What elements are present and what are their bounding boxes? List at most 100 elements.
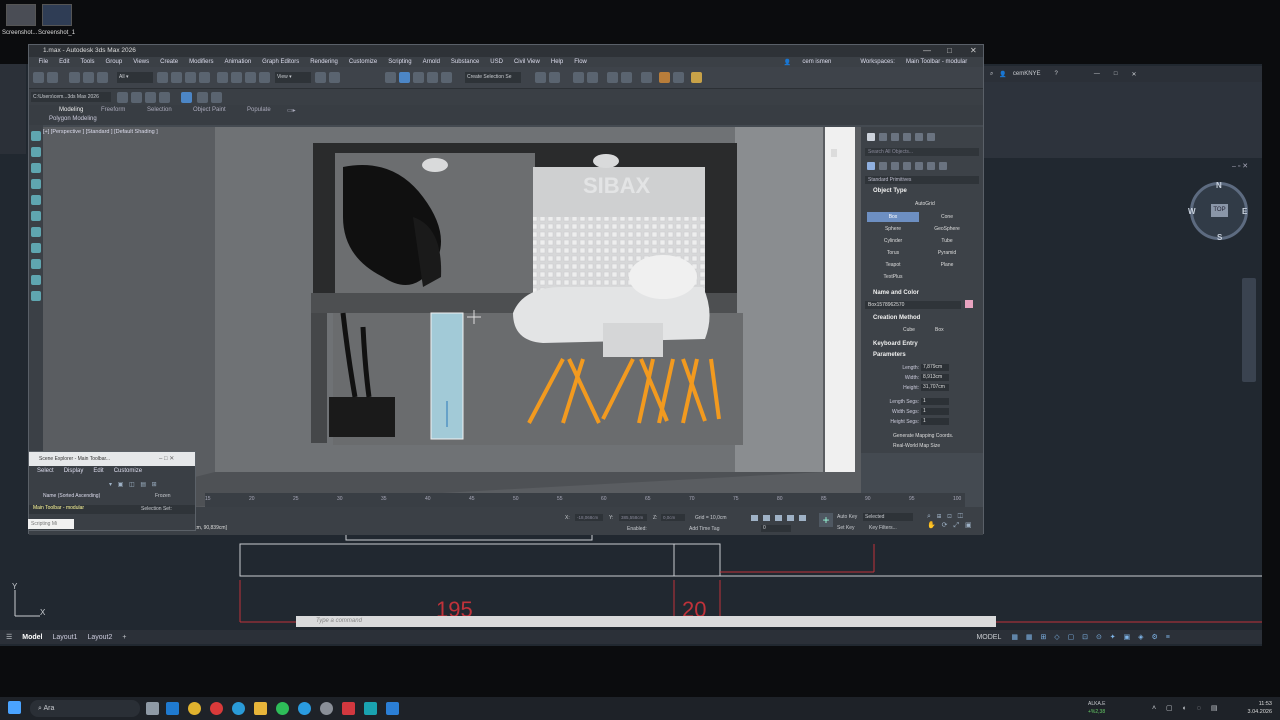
clock[interactable]: 11:53 3.04.2026 [1248, 700, 1272, 716]
render-production-icon[interactable] [691, 72, 702, 83]
window-crossing-icon[interactable] [199, 72, 210, 83]
save-icon[interactable] [131, 92, 142, 103]
viewport-controls[interactable]: – ▫ ✕ [1232, 162, 1260, 170]
scene-menu-edit[interactable]: Edit [93, 468, 103, 474]
scene-menu-select[interactable]: Select [37, 468, 54, 474]
add-time-tag[interactable]: Add Time Tag [689, 526, 719, 532]
link-icon[interactable] [69, 72, 80, 83]
go-to-end-icon[interactable] [799, 515, 806, 521]
ribbon-tab-object-paint[interactable]: Object Paint [193, 107, 226, 113]
object-type-rollout[interactable]: Object Type [873, 188, 907, 194]
opera-icon[interactable] [210, 702, 223, 715]
unlink-icon[interactable] [83, 72, 94, 83]
ribbon-sub-polygon-modeling[interactable]: Polygon Modeling [49, 116, 97, 122]
open-icon[interactable] [145, 92, 156, 103]
shapes-icon[interactable] [879, 162, 887, 170]
menu-graph-editors[interactable]: Graph Editors [257, 59, 305, 65]
system-tray-icons[interactable]: ˄ ▢ ◐ ◌ ▤ [1152, 704, 1221, 712]
torus-button[interactable]: Torus [867, 248, 919, 258]
tube-button[interactable]: Tube [921, 236, 973, 246]
previous-frame-icon[interactable] [763, 515, 770, 521]
name-and-color-rollout[interactable]: Name and Color [873, 290, 919, 296]
motion-icon[interactable] [31, 179, 41, 189]
menu-civil-view[interactable]: Civil View [508, 59, 545, 65]
maximize-icon[interactable]: □ [947, 45, 952, 57]
app-icon[interactable] [386, 702, 399, 715]
weather-name[interactable]: ALKA.E [1088, 701, 1106, 707]
create-icon[interactable] [31, 131, 41, 141]
next-frame-icon[interactable] [787, 515, 794, 521]
teapot-button[interactable]: Teapot [867, 260, 919, 270]
create-selection-set-input[interactable]: Create Selection Se [465, 72, 521, 83]
x-coordinate-field[interactable]: -18,068cm [575, 514, 603, 521]
menu-modifiers[interactable]: Modifiers [184, 59, 219, 65]
align-icon[interactable] [549, 72, 560, 83]
parameters-rollout[interactable]: Parameters [873, 352, 906, 358]
layers-icon[interactable] [159, 92, 170, 103]
3dsmax-icon[interactable] [364, 702, 377, 715]
scene-menu-display[interactable]: Display [64, 468, 84, 474]
z-coordinate-field[interactable]: 0,0cm [661, 514, 685, 521]
motion-tab-icon[interactable] [903, 133, 911, 141]
box-button[interactable]: Box [867, 212, 919, 222]
chrome-icon[interactable] [188, 702, 201, 715]
menu-customize[interactable]: Customize [343, 59, 382, 65]
menu-tools[interactable]: Tools [75, 59, 100, 65]
windows-start-icon[interactable] [8, 701, 21, 714]
mirror-icon[interactable] [535, 72, 546, 83]
tab-layout1[interactable]: Layout1 [53, 634, 78, 641]
placement-icon[interactable] [259, 72, 270, 83]
rendered-frame-window-icon[interactable] [673, 72, 684, 83]
hierarchy-icon[interactable] [31, 163, 41, 173]
play-icon[interactable] [775, 515, 782, 521]
selection-filter[interactable]: All ▾ [117, 72, 153, 83]
ribbon-tab-freeform[interactable]: Freeform [101, 107, 125, 113]
geometry-icon[interactable] [867, 162, 875, 170]
rectangular-selection-icon[interactable] [185, 72, 196, 83]
viewcube-top[interactable]: TOP [1211, 204, 1228, 217]
element-icon[interactable] [31, 291, 41, 301]
creation-method-rollout[interactable]: Creation Method [873, 315, 920, 321]
modify-icon[interactable] [31, 147, 41, 157]
primitive-category-select[interactable]: Standard Primitives [865, 176, 979, 184]
taskbar-search[interactable]: ⌕ Ara [30, 700, 140, 717]
minimize-icon[interactable]: — [1094, 71, 1100, 77]
ribbon-tab-modeling[interactable]: Modeling [59, 107, 83, 113]
helpers-icon[interactable] [915, 162, 923, 170]
ribbon-tab-populate[interactable]: Populate [247, 107, 271, 113]
toggle-layer-explorer-icon[interactable] [587, 72, 598, 83]
search-icon[interactable]: ⌕ [990, 71, 993, 78]
menu-views[interactable]: Views [128, 59, 155, 65]
schematic-view-icon[interactable] [621, 72, 632, 83]
render-setup-icon[interactable] [659, 72, 670, 83]
browser-icon[interactable] [232, 702, 245, 715]
viewport-label[interactable]: [+] [Perspective ] [Standard ] [Default … [43, 129, 158, 135]
key-filters-button[interactable]: Key Filters... [869, 525, 897, 531]
sphere-button[interactable]: Sphere [867, 224, 919, 234]
tab-model[interactable]: Model [22, 634, 42, 641]
utilities-tab-icon[interactable] [927, 133, 935, 141]
percent-snap-icon[interactable] [427, 72, 438, 83]
add-layout-icon[interactable]: + [122, 634, 126, 641]
object-color-swatch[interactable] [965, 300, 973, 308]
settings-icon[interactable] [320, 702, 333, 715]
systems-icon[interactable] [939, 162, 947, 170]
cube-radio[interactable]: Cube [903, 327, 915, 333]
scene-menu-customize[interactable]: Customize [114, 468, 142, 474]
viewport-navigation-icons[interactable]: ⌕ ⊞ ⊡ ◫ ✋ ⟳ ⤢ ▣ [927, 513, 974, 530]
scene-explorer-window-controls[interactable]: – □ ✕ [159, 455, 174, 462]
menu-edit[interactable]: Edit [54, 59, 75, 65]
enabled-toggle[interactable]: Enabled: [627, 526, 647, 532]
autocad-user[interactable]: cemKNYE [1013, 71, 1041, 77]
menu-rendering[interactable]: Rendering [305, 59, 344, 65]
ribbon-tab-selection[interactable]: Selection [147, 107, 172, 113]
snap-toggle-active-icon[interactable] [399, 72, 410, 83]
scene-explorer-toolbar[interactable]: ▾ ▣ ◫ ▤ ⊞ [109, 481, 169, 489]
select-by-name-icon[interactable] [171, 72, 182, 83]
spotify-icon[interactable] [276, 702, 289, 715]
workspace-select[interactable]: Main Toolbar - modular [900, 59, 972, 65]
select-object-icon[interactable] [157, 72, 168, 83]
pan-icon[interactable] [211, 92, 222, 103]
viewport-layout-icon[interactable] [181, 92, 192, 103]
menu-flow[interactable]: Flow [569, 59, 593, 65]
